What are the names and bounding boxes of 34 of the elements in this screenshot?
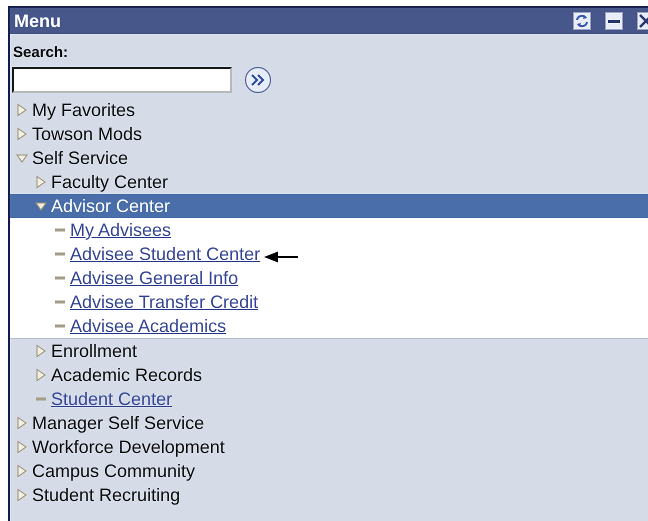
collapsed-triangle-icon[interactable] <box>35 175 47 189</box>
collapsed-triangle-icon[interactable] <box>16 488 28 502</box>
search-field[interactable] <box>12 67 232 93</box>
menu-folder[interactable]: Student Recruiting <box>32 484 180 506</box>
menu-link[interactable]: Student Center <box>51 388 172 410</box>
pointer-arrow <box>264 251 298 263</box>
collapsed-triangle-icon[interactable] <box>16 464 28 478</box>
window-title: Menu <box>14 10 61 32</box>
close-icon[interactable] <box>637 12 648 30</box>
collapsed-triangle-icon[interactable] <box>16 127 28 141</box>
menu-folder[interactable]: Manager Self Service <box>32 412 204 434</box>
menu-link[interactable]: Advisee Transfer Credit <box>70 291 258 313</box>
menu-link[interactable]: Advisee General Info <box>70 267 238 289</box>
collapsed-triangle-icon[interactable] <box>16 103 28 117</box>
menu-link[interactable]: Advisee Academics <box>70 315 226 337</box>
menu-folder[interactable]: My Favorites <box>32 99 136 121</box>
menu-folder[interactable]: Workforce Development <box>32 436 225 458</box>
menu-folder[interactable]: Advisor Center <box>51 195 170 217</box>
menu-folder[interactable]: Enrollment <box>51 340 138 362</box>
collapsed-triangle-icon[interactable] <box>35 368 47 382</box>
collapsed-triangle-icon[interactable] <box>16 440 28 454</box>
minimize-icon[interactable] <box>605 12 623 30</box>
menu-folder[interactable]: Faculty Center <box>51 171 168 193</box>
menu-link[interactable]: My Advisees <box>70 219 172 241</box>
collapsed-triangle-icon[interactable] <box>16 416 28 430</box>
menu-folder[interactable]: Campus Community <box>32 460 196 482</box>
menu-folder[interactable]: Academic Records <box>51 364 202 386</box>
search-label: Search: <box>12 44 70 61</box>
search-go-icon[interactable] <box>244 66 272 94</box>
menu-link[interactable]: Advisee Student Center <box>70 243 260 265</box>
refresh-icon[interactable] <box>573 12 591 30</box>
collapsed-triangle-icon[interactable] <box>35 344 47 358</box>
menu-folder[interactable]: Self Service <box>32 147 128 169</box>
menu-folder[interactable]: Towson Mods <box>32 123 142 145</box>
